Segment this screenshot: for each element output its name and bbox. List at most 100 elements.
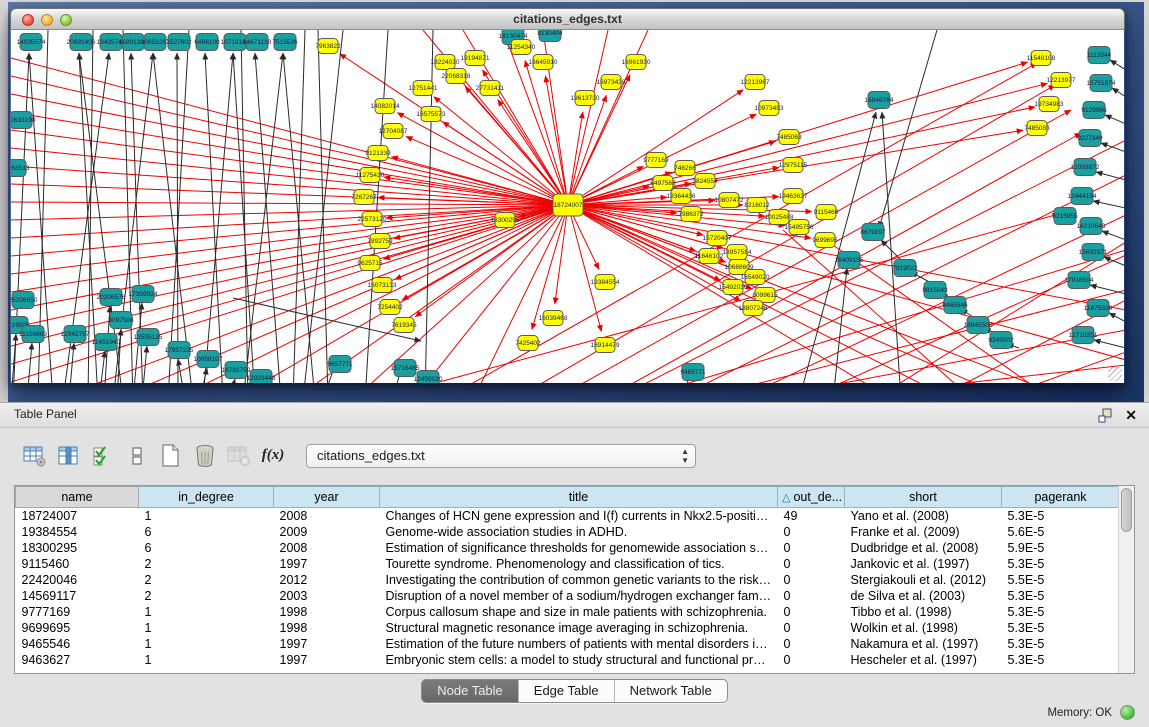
graph-edge[interactable]: [11, 205, 568, 382]
table-cell-name[interactable]: 19384554: [16, 524, 139, 540]
graph-node[interactable]: 16848784: [865, 92, 894, 109]
table-cell-year[interactable]: 2008: [274, 540, 380, 556]
graph-node[interactable]: 16945500: [964, 317, 993, 334]
graph-node[interactable]: 19734983: [1035, 97, 1064, 112]
table-cell-title[interactable]: Estimation of the future numbers of pati…: [380, 636, 778, 652]
graph-edge[interactable]: [233, 53, 255, 383]
graph-node[interactable]: 10973493: [755, 101, 784, 116]
graph-edge[interactable]: [173, 205, 568, 383]
graph-node[interactable]: 8130404: [537, 30, 563, 42]
table-cell-name[interactable]: 9699695: [16, 620, 139, 636]
graph-node[interactable]: 7515526: [272, 34, 298, 51]
graph-node[interactable]: 18957584: [723, 245, 752, 260]
graph-node[interactable]: 12923448: [247, 370, 276, 384]
table-cell-short[interactable]: Hescheler et al. (1997): [845, 652, 1002, 668]
graph-node[interactable]: 9465546: [942, 297, 968, 314]
graph-node[interactable]: 1527602: [166, 34, 192, 51]
graph-edge[interactable]: [1109, 313, 1124, 322]
graph-edge[interactable]: [99, 351, 105, 383]
graph-node[interactable]: 11275430: [356, 168, 385, 183]
graph-node[interactable]: 1112044: [1087, 47, 1112, 64]
graph-edge[interactable]: [11, 130, 568, 205]
table-cell-name[interactable]: 18300295: [16, 540, 139, 556]
graph-node[interactable]: 8679197: [860, 224, 886, 241]
graph-edge[interactable]: [799, 112, 876, 383]
graph-edge[interactable]: [1110, 60, 1124, 70]
float-panel-icon[interactable]: [1098, 408, 1113, 423]
graph-node[interactable]: 17663513: [11, 160, 30, 177]
graph-node[interactable]: 7254402: [377, 300, 403, 315]
graph-node[interactable]: 17016504: [1065, 272, 1094, 289]
graph-node[interactable]: 9465771: [680, 364, 706, 381]
graph-node[interactable]: 6466100: [194, 34, 220, 51]
table-cell-year[interactable]: 1997: [274, 652, 380, 668]
graph-edge[interactable]: [243, 53, 283, 383]
graph-edge[interactable]: [1112, 88, 1124, 97]
table-cell-in_degree[interactable]: 6: [139, 524, 274, 540]
table-row[interactable]: 1938455462009Genome-wide association stu…: [16, 524, 1120, 540]
graph-node[interactable]: 9815043: [922, 282, 948, 299]
graph-node[interactable]: 16914479: [591, 338, 620, 353]
graph-node[interactable]: 14671138: [243, 34, 272, 51]
graph-node[interactable]: 11451940: [92, 334, 121, 351]
table-cell-name[interactable]: 14569117: [16, 588, 139, 604]
graph-edge[interactable]: [384, 177, 568, 205]
graph-edge[interactable]: [241, 30, 248, 383]
table-vertical-scrollbar[interactable]: [1118, 486, 1134, 673]
tab-edge-table[interactable]: Edge Table: [518, 680, 614, 702]
graph-node[interactable]: 16409155: [835, 252, 864, 269]
table-cell-out_degree[interactable]: 0: [778, 524, 845, 540]
table-cell-in_degree[interactable]: 2: [139, 588, 274, 604]
graph-node[interactable]: 7425402: [515, 336, 541, 351]
graph-node[interactable]: 11156869: [19, 326, 47, 343]
table-cell-title[interactable]: Corpus callosum shape and size in male p…: [380, 604, 778, 620]
graph-node[interactable]: 7919022: [892, 260, 918, 277]
graph-node[interactable]: 22573120: [358, 212, 387, 227]
table-cell-pagerank[interactable]: 5.6E-5: [1002, 524, 1120, 540]
table-cell-year[interactable]: 1997: [274, 636, 380, 652]
table-cell-title[interactable]: Changes of HCN gene expression and I(f) …: [380, 508, 778, 524]
table-row[interactable]: 946554611997Estimation of the future num…: [16, 636, 1120, 652]
table-cell-pagerank[interactable]: 5.3E-5: [1002, 508, 1120, 524]
graph-node[interactable]: 16210643: [1077, 218, 1106, 235]
table-cell-short[interactable]: Dudbridge et al. (2008): [845, 540, 1002, 556]
graph-edge[interactable]: [293, 30, 305, 383]
graph-node[interactable]: 12975115: [779, 158, 808, 173]
graph-node[interactable]: 18724007: [553, 194, 583, 216]
graph-node[interactable]: 14082014: [371, 99, 400, 114]
graph-edge[interactable]: [1093, 201, 1124, 208]
table-cell-out_degree[interactable]: 0: [778, 604, 845, 620]
table-cell-out_degree[interactable]: 0: [778, 652, 845, 668]
table-cell-short[interactable]: Jankovic et al. (1997): [845, 556, 1002, 572]
graph-node[interactable]: 12213967: [741, 75, 770, 90]
graph-node[interactable]: 8216012: [744, 198, 770, 213]
memory-status-indicator[interactable]: [1120, 705, 1135, 720]
column-header-short[interactable]: short: [845, 487, 1002, 508]
graph-node[interactable]: 16961930: [622, 55, 651, 70]
table-cell-year[interactable]: 2012: [274, 572, 380, 588]
network-canvas[interactable]: 1403557420691406194257401689130210653287…: [11, 30, 1124, 383]
table-cell-in_degree[interactable]: 1: [139, 604, 274, 620]
graph-node[interactable]: 15716485: [391, 360, 420, 377]
table-cell-pagerank[interactable]: 5.3E-5: [1002, 636, 1120, 652]
graph-node[interactable]: 12093872: [1071, 159, 1100, 176]
table-cell-year[interactable]: 2009: [274, 524, 380, 540]
table-cell-short[interactable]: Stergiakouli et al. (2012): [845, 572, 1002, 588]
minimize-window-button[interactable]: [41, 14, 53, 26]
table-cell-name[interactable]: 9465546: [16, 636, 139, 652]
graph-node[interactable]: 19613730: [571, 91, 600, 106]
graph-node[interactable]: 12710351: [1069, 327, 1098, 344]
table-cell-out_degree[interactable]: 0: [778, 556, 845, 572]
graph-node[interactable]: 9129966: [1081, 102, 1107, 119]
table-cell-in_degree[interactable]: 1: [139, 620, 274, 636]
table-cell-in_degree[interactable]: 2: [139, 556, 274, 572]
graph-node[interactable]: 13505135: [134, 329, 163, 346]
graph-node[interactable]: 9699695: [812, 233, 838, 248]
table-cell-in_degree[interactable]: 1: [139, 508, 274, 524]
table-row[interactable]: 1456911722003Disruption of a novel membe…: [16, 588, 1120, 604]
graph-edge[interactable]: [413, 205, 568, 383]
table-cell-year[interactable]: 2008: [274, 508, 380, 524]
graph-node[interactable]: 18224030: [431, 55, 460, 70]
graph-node[interactable]: 11675330: [1084, 300, 1113, 317]
graph-node[interactable]: 17957225: [165, 342, 194, 359]
